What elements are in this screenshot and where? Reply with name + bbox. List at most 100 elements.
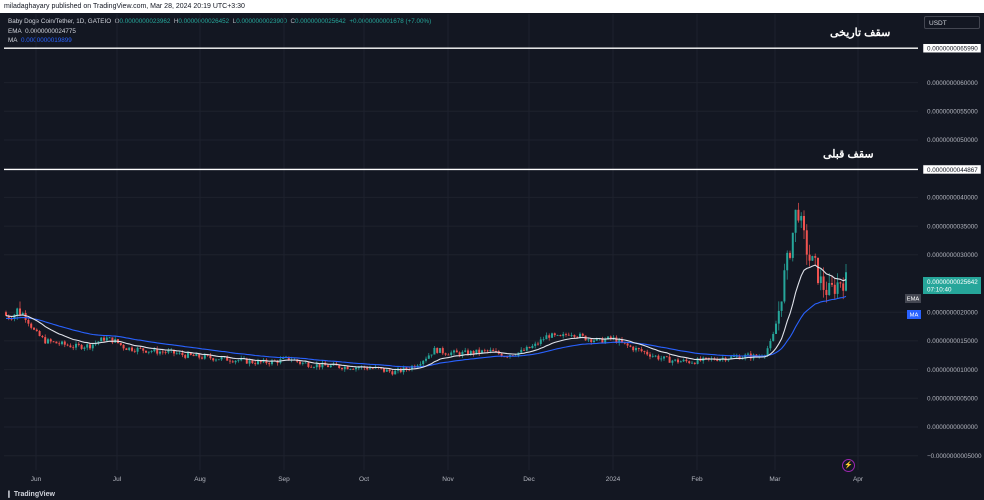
- candle-body: [10, 318, 13, 320]
- candle-body: [643, 351, 646, 352]
- candle-body: [61, 341, 63, 345]
- candle-body: [315, 364, 318, 368]
- candle-body: [822, 276, 825, 290]
- candle-body: [483, 350, 486, 352]
- candle-body: [783, 270, 786, 302]
- candle-body: [668, 356, 671, 363]
- candle-body: [369, 368, 371, 370]
- candle-body: [761, 356, 763, 358]
- candle-body: [276, 360, 279, 364]
- candle-body: [173, 349, 175, 354]
- candle-body: [7, 315, 10, 319]
- candle-body: [581, 333, 584, 336]
- candle-body: [117, 339, 119, 344]
- candle-body: [805, 230, 808, 255]
- axis-tags: 0.000000002564207:10:40 EMA MA: [905, 277, 981, 319]
- candle-body: [441, 348, 444, 354]
- candle-body: [209, 355, 212, 359]
- tradingview-logo: ❙ TradingView: [6, 490, 55, 498]
- candle-body: [38, 331, 41, 336]
- candle-body: [475, 349, 478, 354]
- footer-bar: [0, 489, 984, 500]
- candle-body: [654, 355, 657, 357]
- candle-body: [584, 335, 587, 341]
- ma-row[interactable]: MA 0.0000000019899: [8, 36, 431, 46]
- currency-selector[interactable]: USDT: [924, 16, 980, 29]
- lightning-icon[interactable]: ⚡: [842, 459, 855, 472]
- candle-body: [181, 352, 184, 356]
- level-price-tag: [922, 43, 982, 53]
- candle-body: [271, 360, 273, 365]
- candle-body: [430, 354, 433, 356]
- level-price-label: 0.0000000065990: [927, 46, 978, 53]
- candle-body: [590, 339, 593, 343]
- candle-body: [231, 361, 234, 363]
- candle-body: [665, 356, 668, 358]
- y-tick-label: 0.0000000005000: [927, 396, 978, 403]
- candle-body: [587, 339, 590, 341]
- candle-body: [304, 362, 307, 364]
- candle-body: [69, 345, 72, 348]
- ma-value: 0.0000000019899: [20, 37, 72, 45]
- candle-body: [198, 353, 201, 358]
- candle-body: [525, 346, 528, 351]
- candle-body: [696, 358, 699, 364]
- candle-body: [145, 350, 147, 353]
- candle-body: [836, 282, 839, 294]
- candle-body: [819, 276, 822, 284]
- price-chart[interactable]: 0.0000000060000 0.0000000055000 0.00000000…: [0, 0, 984, 500]
- x-tick-label: Jul: [113, 476, 122, 483]
- candle-body: [791, 232, 794, 258]
- candle-body: [817, 257, 819, 284]
- candle-body: [125, 348, 128, 351]
- candle-body: [349, 368, 352, 370]
- candle-body: [411, 365, 413, 370]
- candle-body: [285, 356, 287, 358]
- candle-body: [749, 353, 752, 359]
- candle-body: [206, 354, 209, 356]
- candle-body: [234, 360, 237, 363]
- candle-body: [453, 350, 455, 353]
- candle-body: [402, 367, 405, 373]
- candle-body: [220, 357, 223, 360]
- candle-body: [75, 343, 77, 348]
- candle-body: [49, 339, 52, 342]
- candle-body: [192, 354, 195, 357]
- candle-body: [545, 335, 548, 340]
- candle-body: [72, 347, 75, 349]
- ohlc-row: Baby Doge Coin/Tether, 1D, GATEIO O0.000…: [8, 17, 431, 27]
- candle-body: [517, 352, 520, 356]
- candle-body: [576, 336, 579, 338]
- countdown-label: 07:10:40: [927, 287, 952, 294]
- last-price-label: 0.0000000025642: [927, 279, 978, 286]
- ma-tag-label: MA: [910, 313, 919, 319]
- candle-body: [492, 349, 495, 352]
- candle-body: [195, 353, 198, 357]
- candle-body: [133, 350, 136, 352]
- ema-row[interactable]: EMA 0.0000000024775: [8, 27, 431, 37]
- candle-body: [265, 359, 268, 364]
- candle-body: [35, 329, 38, 332]
- candle-body: [273, 360, 276, 362]
- currency-label: USDT: [929, 20, 947, 27]
- candle-body: [327, 365, 329, 368]
- candle-body: [831, 282, 833, 285]
- symbol-title[interactable]: Baby Doge Coin/Tether, 1D, GATEIO: [8, 18, 111, 25]
- x-tick-label: Jun: [31, 476, 42, 483]
- candle-body: [780, 301, 783, 311]
- candle-body: [730, 356, 733, 359]
- candle-body: [632, 346, 635, 351]
- candle-body: [394, 370, 397, 375]
- candle-body: [377, 366, 380, 368]
- candle-body: [763, 355, 766, 357]
- candle-body: [520, 349, 523, 353]
- candle-body: [503, 356, 506, 358]
- candle-body: [419, 364, 422, 366]
- x-tick-label: 2024: [606, 476, 621, 483]
- candle-body: [167, 350, 170, 353]
- candle-body: [797, 209, 800, 221]
- candle-body: [212, 358, 215, 361]
- candle-body: [105, 337, 108, 341]
- candle-body: [478, 349, 481, 354]
- candle-body: [497, 351, 500, 354]
